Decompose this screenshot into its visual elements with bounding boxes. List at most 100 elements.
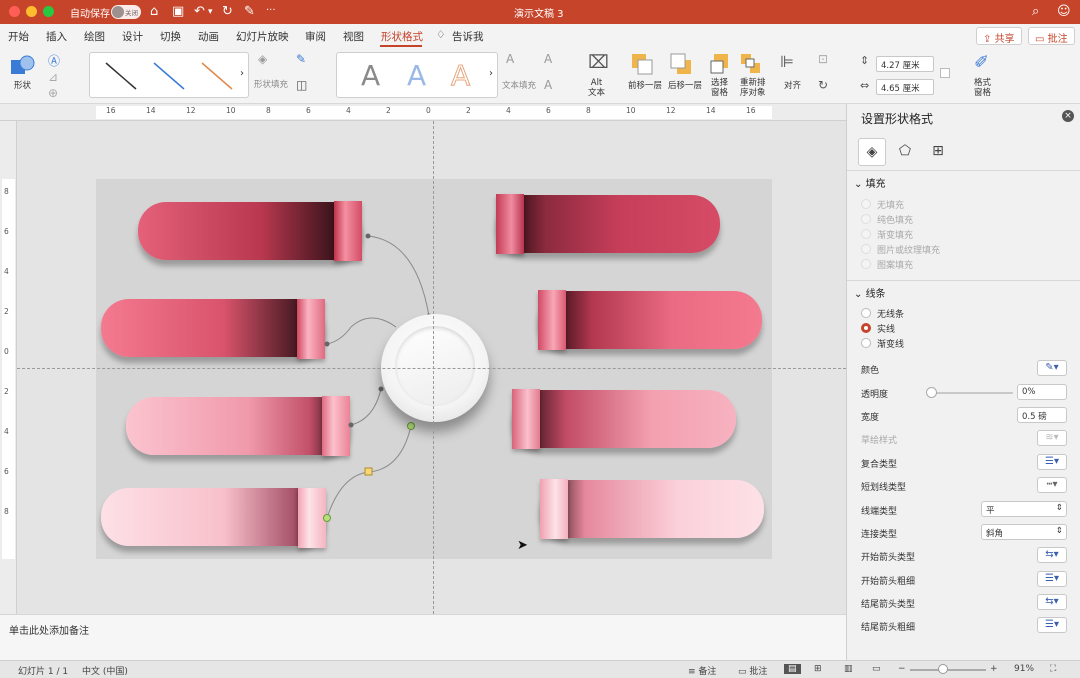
shape-outline-icon[interactable]: ✎	[296, 52, 306, 66]
radio-solid-fill[interactable]: 纯色填充	[861, 213, 1061, 227]
group-icon[interactable]: ⊡	[818, 52, 828, 66]
zoom-slider-thumb[interactable]	[938, 664, 948, 674]
bring-forward-icon[interactable]	[631, 53, 653, 75]
shapes-icon[interactable]	[10, 54, 36, 78]
gallery-more-icon[interactable]: ›	[489, 68, 493, 79]
align-icon[interactable]: ⊫	[780, 52, 794, 71]
line-style-dark[interactable]	[104, 61, 138, 91]
tab-tell-me[interactable]: 告诉我	[452, 29, 484, 44]
tab-insert[interactable]: 插入	[46, 29, 67, 44]
shape-styles-gallery[interactable]: ›	[89, 52, 249, 98]
line-style-blue[interactable]	[152, 61, 186, 91]
fill-section-header[interactable]: ⌄ 填充	[847, 170, 1080, 190]
shape-height-input[interactable]: 4.27 厘米	[876, 56, 934, 72]
zoom-slider[interactable]	[910, 669, 986, 671]
tab-fill-line[interactable]: ◈	[858, 138, 886, 166]
chevron-down-icon[interactable]: ▾	[208, 7, 213, 17]
reading-view-icon[interactable]: ▥	[844, 664, 853, 674]
normal-view-icon[interactable]: ▤	[784, 664, 801, 674]
cap-type-select[interactable]: 平 ⇕	[981, 501, 1067, 517]
zoom-out-button[interactable]: −	[898, 664, 906, 674]
close-window-button[interactable]	[9, 6, 20, 17]
slide-canvas[interactable]: ➤	[17, 121, 846, 614]
line-style-orange[interactable]	[200, 61, 234, 91]
end-arrow-size-dropdown[interactable]: ☰▾	[1037, 617, 1067, 633]
begin-arrow-size-dropdown[interactable]: ☰▾	[1037, 571, 1067, 587]
undo-icon[interactable]: ↶	[194, 4, 205, 19]
end-arrow-type-dropdown[interactable]: ⇆▾	[1037, 594, 1067, 610]
comments-button[interactable]: ▭ 批注	[1028, 27, 1075, 45]
tab-review[interactable]: 审阅	[305, 29, 326, 44]
wordart-styles-gallery[interactable]: A A A ›	[336, 52, 498, 98]
autosave-toggle[interactable]: 关闭	[111, 5, 141, 19]
notes-pane[interactable]: 单击此处添加备注	[0, 614, 846, 660]
lock-aspect-checkbox[interactable]	[940, 68, 950, 78]
minimize-window-button[interactable]	[26, 6, 37, 17]
wordart-style-gray[interactable]: A	[361, 59, 380, 92]
edit-shape-icon[interactable]: ⊿	[48, 70, 58, 84]
vertical-guide[interactable]	[433, 121, 434, 614]
zoom-level[interactable]: 91%	[1014, 664, 1034, 674]
radio-no-fill[interactable]: 无填充	[861, 198, 1061, 212]
selection-pane-icon[interactable]	[710, 53, 732, 75]
shape-fill-icon[interactable]: ◈	[258, 52, 267, 66]
notes-placeholder[interactable]: 单击此处添加备注	[9, 622, 89, 637]
wordart-style-orange[interactable]: A	[450, 59, 470, 93]
line-color-picker[interactable]: ✎▾	[1037, 360, 1067, 376]
shape-effects-icon[interactable]: ◫	[296, 78, 307, 92]
tab-view[interactable]: 视图	[343, 29, 364, 44]
radio-picture-fill[interactable]: 图片或纹理填充	[861, 243, 1061, 257]
join-type-select[interactable]: 斜角 ⇕	[981, 524, 1067, 540]
comments-toggle[interactable]: ▭ 批注	[738, 664, 767, 677]
text-box-icon[interactable]: Ⓐ	[48, 52, 60, 69]
tab-shape-format[interactable]: 形状格式	[381, 29, 423, 44]
wordart-style-blue[interactable]: A	[407, 59, 426, 92]
slide[interactable]	[96, 179, 772, 559]
tab-size-properties[interactable]: ⊞	[924, 138, 952, 166]
merge-shapes-icon[interactable]: ⊕	[48, 86, 58, 100]
tab-home[interactable]: 开始	[8, 29, 29, 44]
home-icon[interactable]: ⌂	[150, 4, 158, 19]
notes-toggle[interactable]: ≡ 备注	[688, 664, 716, 677]
send-backward-icon[interactable]	[670, 53, 692, 75]
tab-slideshow[interactable]: 幻灯片放映	[236, 29, 289, 44]
tab-effects[interactable]: ⬠	[891, 138, 919, 166]
radio-gradient-line[interactable]: 渐变线	[861, 337, 1061, 351]
text-fill-icon[interactable]: A	[506, 52, 514, 66]
transparency-slider[interactable]	[931, 392, 1013, 394]
close-pane-button[interactable]: ×	[1062, 110, 1074, 122]
radio-pattern-fill[interactable]: 图案填充	[861, 258, 1061, 272]
line-width-input[interactable]: 0.5 磅	[1017, 407, 1067, 423]
account-icon[interactable]: ☺	[1057, 4, 1071, 19]
transparency-input[interactable]: 0%	[1017, 384, 1067, 400]
dash-type-dropdown[interactable]: ┅▾	[1037, 477, 1067, 493]
more-commands[interactable]: ···	[266, 5, 276, 16]
radio-no-line[interactable]: 无线条	[861, 307, 1061, 321]
line-section-header[interactable]: ⌄ 线条	[847, 280, 1080, 300]
alt-text-icon[interactable]: ⌧	[588, 52, 609, 73]
transparency-slider-thumb[interactable]	[926, 387, 937, 398]
text-effects-icon[interactable]: A	[544, 78, 552, 92]
gallery-more-icon[interactable]: ›	[240, 68, 244, 79]
zoom-window-button[interactable]	[43, 6, 54, 17]
format-pane-icon[interactable]: ✐	[974, 52, 989, 73]
tab-draw[interactable]: 绘图	[84, 29, 105, 44]
tab-design[interactable]: 设计	[122, 29, 143, 44]
share-button[interactable]: ⇪ 共享	[976, 27, 1022, 45]
begin-arrow-type-dropdown[interactable]: ⇆▾	[1037, 547, 1067, 563]
text-outline-icon[interactable]: A	[544, 52, 552, 66]
tab-animations[interactable]: 动画	[198, 29, 219, 44]
reorder-objects-icon[interactable]	[740, 53, 762, 75]
sketch-style-dropdown[interactable]: ≋▾	[1037, 430, 1067, 446]
zoom-in-button[interactable]: +	[990, 664, 998, 674]
tab-transitions[interactable]: 切换	[160, 29, 181, 44]
slide-sorter-icon[interactable]: ⊞	[814, 664, 822, 674]
radio-gradient-fill[interactable]: 渐变填充	[861, 228, 1061, 242]
horizontal-guide[interactable]	[17, 368, 846, 369]
radio-solid-line[interactable]: 实线	[861, 322, 1061, 336]
fit-slide-icon[interactable]: ⛶	[1050, 664, 1056, 674]
redo-icon[interactable]: ↻	[222, 4, 233, 19]
search-icon[interactable]: ⌕	[1032, 4, 1039, 19]
save-icon[interactable]: ▣	[172, 4, 184, 19]
format-painter-icon[interactable]: ✎	[244, 4, 255, 19]
